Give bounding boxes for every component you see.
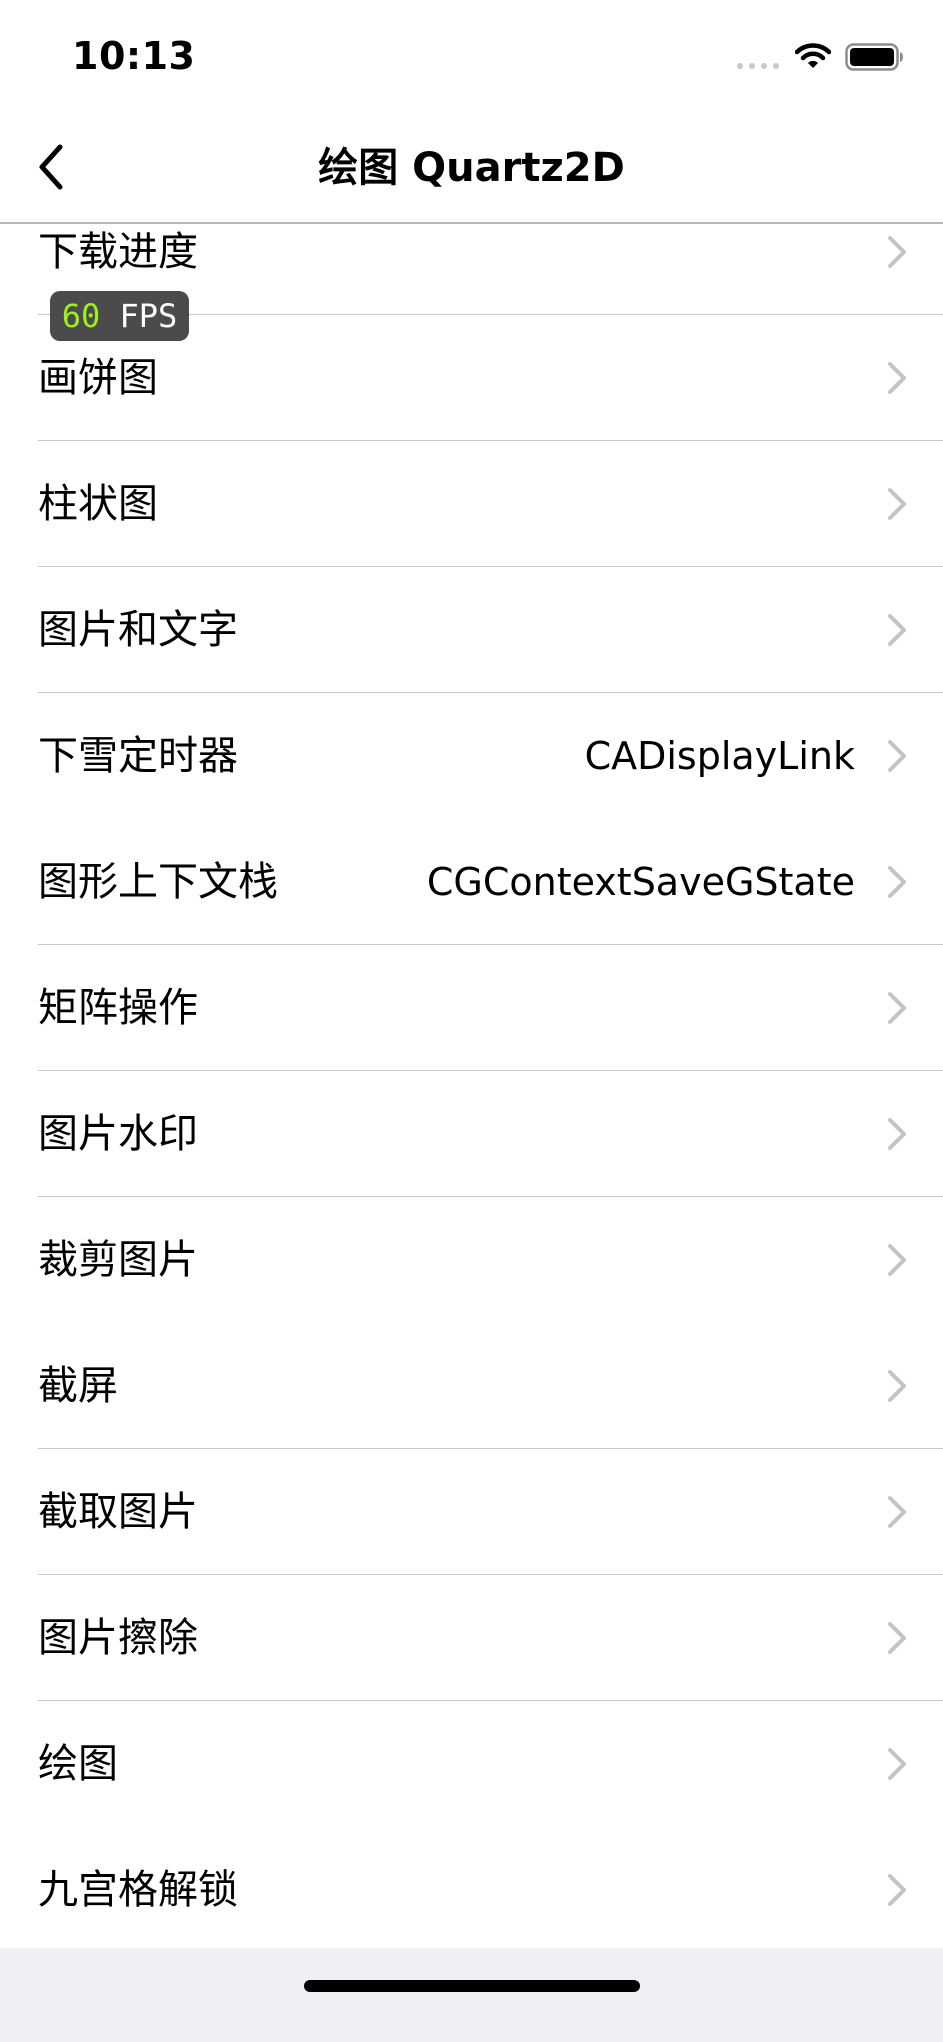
list-item-detail: CADisplayLink [584, 734, 855, 778]
fps-monitor-badge[interactable]: 60 FPS [50, 291, 189, 341]
list-item-image-erase[interactable]: 图片擦除 [0, 1575, 943, 1701]
chevron-right-icon [888, 236, 906, 268]
fps-unit: FPS [100, 297, 178, 335]
home-indicator[interactable] [304, 1980, 640, 1992]
list-item-label: 绘图 [38, 1741, 118, 1787]
chevron-right-icon [888, 362, 906, 394]
list-item-label: 图形上下文栈 [38, 859, 278, 905]
list-item-label: 柱状图 [38, 481, 158, 527]
list-item-matrix-operations[interactable]: 矩阵操作 [0, 945, 943, 1071]
battery-icon [845, 43, 903, 71]
chevron-right-icon [888, 1748, 906, 1780]
list-item-image-and-text[interactable]: 图片和文字 [0, 567, 943, 693]
list-item-crop-image[interactable]: 裁剪图片 [0, 1197, 943, 1323]
table-content: 下载进度 画饼图 柱状图 图片和文字 下雪定时器 CADisplayLink 图… [0, 224, 943, 1948]
chevron-right-icon [888, 1496, 906, 1528]
chevron-right-icon [888, 614, 906, 646]
table-view[interactable]: 下载进度 画饼图 柱状图 图片和文字 下雪定时器 CADisplayLink 图… [0, 224, 943, 1948]
navigation-bar: 绘图 Quartz2D [0, 115, 943, 224]
chevron-right-icon [888, 1622, 906, 1654]
status-time: 10:13 [72, 34, 196, 78]
list-item-label: 九宫格解锁 [38, 1867, 238, 1913]
list-item-label: 截取图片 [38, 1489, 198, 1535]
status-bar: 10:13 [0, 0, 943, 115]
list-item-label: 图片和文字 [38, 607, 238, 653]
chevron-right-icon [888, 866, 906, 898]
chevron-right-icon [888, 740, 906, 772]
page-title: 绘图 Quartz2D [318, 145, 625, 191]
chevron-right-icon [888, 1244, 906, 1276]
list-item-label: 截屏 [38, 1363, 118, 1409]
list-item-label: 裁剪图片 [38, 1237, 198, 1283]
list-item-detail: CGContextSaveGState [426, 860, 855, 904]
chevron-left-icon [39, 144, 63, 190]
fps-value: 60 [61, 297, 101, 335]
list-item-image-watermark[interactable]: 图片水印 [0, 1071, 943, 1197]
wifi-icon [795, 43, 831, 68]
chevron-right-icon [888, 488, 906, 520]
list-item-capture-image[interactable]: 截取图片 [0, 1449, 943, 1575]
chevron-right-icon [888, 1874, 906, 1906]
list-item-drawing[interactable]: 绘图 [0, 1701, 943, 1827]
list-item-label: 图片擦除 [38, 1615, 198, 1661]
table-footer-area [0, 1948, 943, 2042]
chevron-right-icon [888, 1370, 906, 1402]
list-item-label: 下雪定时器 [38, 733, 238, 779]
back-button[interactable] [24, 135, 84, 199]
list-item-label: 图片水印 [38, 1111, 198, 1157]
list-item-screenshot[interactable]: 截屏 [0, 1323, 943, 1449]
list-item-grid-unlock[interactable]: 九宫格解锁 [0, 1827, 943, 1948]
chevron-right-icon [888, 1118, 906, 1150]
list-item-graphics-context-stack[interactable]: 图形上下文栈 CGContextSaveGState [0, 819, 943, 945]
chevron-right-icon [888, 992, 906, 1024]
list-item-bar-chart[interactable]: 柱状图 [0, 441, 943, 567]
list-item-label: 矩阵操作 [38, 985, 198, 1031]
cellular-signal-icon [737, 63, 779, 69]
list-item-snow-timer[interactable]: 下雪定时器 CADisplayLink [0, 693, 943, 819]
